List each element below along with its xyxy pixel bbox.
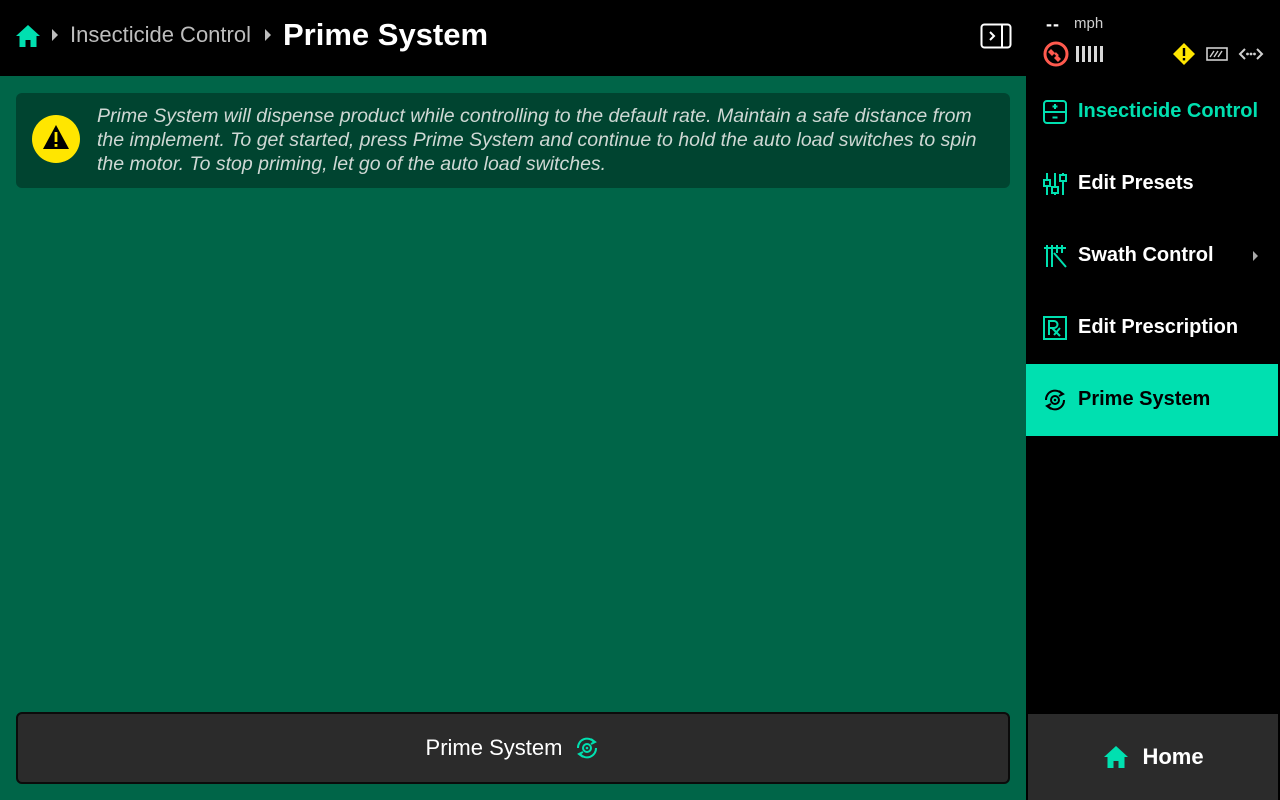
implement-icon[interactable]	[1206, 44, 1228, 64]
sidebar-item-edit-prescription[interactable]: Edit Prescription	[1026, 292, 1278, 364]
home-button[interactable]: Home	[1028, 714, 1278, 800]
gps-satellite-icon[interactable]	[1042, 40, 1070, 68]
insecticide-control-icon	[1043, 100, 1067, 124]
sidebar-item-label: Prime System	[1078, 388, 1211, 410]
prime-system-icon	[1044, 389, 1066, 411]
breadcrumb-separator-icon	[52, 29, 58, 41]
status-area: -- mph	[1026, 0, 1280, 76]
page-title: Prime System	[283, 17, 489, 52]
sidebar-item-label: Edit Presets	[1078, 172, 1194, 194]
signal-strength-icon	[1076, 46, 1106, 62]
speed-unit: mph	[1074, 15, 1104, 32]
sidebar-item-prime-system[interactable]: Prime System	[1026, 364, 1278, 436]
sidebar-item-swath-control[interactable]: Swath Control	[1026, 220, 1278, 292]
prime-system-button[interactable]: Prime System	[16, 712, 1010, 784]
main-content: Prime System will dispense product while…	[0, 76, 1026, 800]
sidebar-item-edit-presets[interactable]: Edit Presets	[1026, 148, 1278, 220]
breadcrumb-separator-icon	[265, 29, 271, 41]
sidebar-item-label: Swath Control	[1078, 244, 1214, 266]
warning-message: Prime System will dispense product while…	[97, 105, 977, 175]
warning-banner: Prime System will dispense product while…	[16, 93, 1010, 188]
chevron-right-icon	[1253, 251, 1258, 261]
presets-sliders-icon	[1043, 173, 1067, 195]
sidebar-item-label: Insecticide Control	[1078, 100, 1259, 122]
home-icon[interactable]	[14, 22, 42, 50]
prime-system-button-label: Prime System	[425, 735, 563, 760]
sidebar-nav: Insecticide Control Edit Presets Swath C…	[1026, 76, 1280, 712]
top-header: Insecticide Control Prime System	[0, 0, 1026, 76]
sidebar-item-label: Edit Prescription	[1078, 316, 1239, 338]
prime-cycle-icon	[577, 737, 598, 759]
home-button-label: Home	[1142, 744, 1204, 769]
panel-toggle-icon[interactable]	[980, 23, 1012, 49]
sidebar-item-insecticide-control[interactable]: Insecticide Control	[1026, 76, 1278, 148]
warning-triangle-icon	[32, 115, 80, 163]
alert-warning-icon[interactable]	[1172, 42, 1196, 66]
home-icon	[1104, 746, 1129, 768]
breadcrumb-insecticide-control[interactable]: Insecticide Control	[70, 22, 251, 48]
connection-icon[interactable]	[1238, 44, 1264, 64]
swath-control-icon	[1044, 245, 1067, 268]
prescription-icon	[1043, 316, 1067, 340]
speed-value: --	[1046, 14, 1060, 34]
